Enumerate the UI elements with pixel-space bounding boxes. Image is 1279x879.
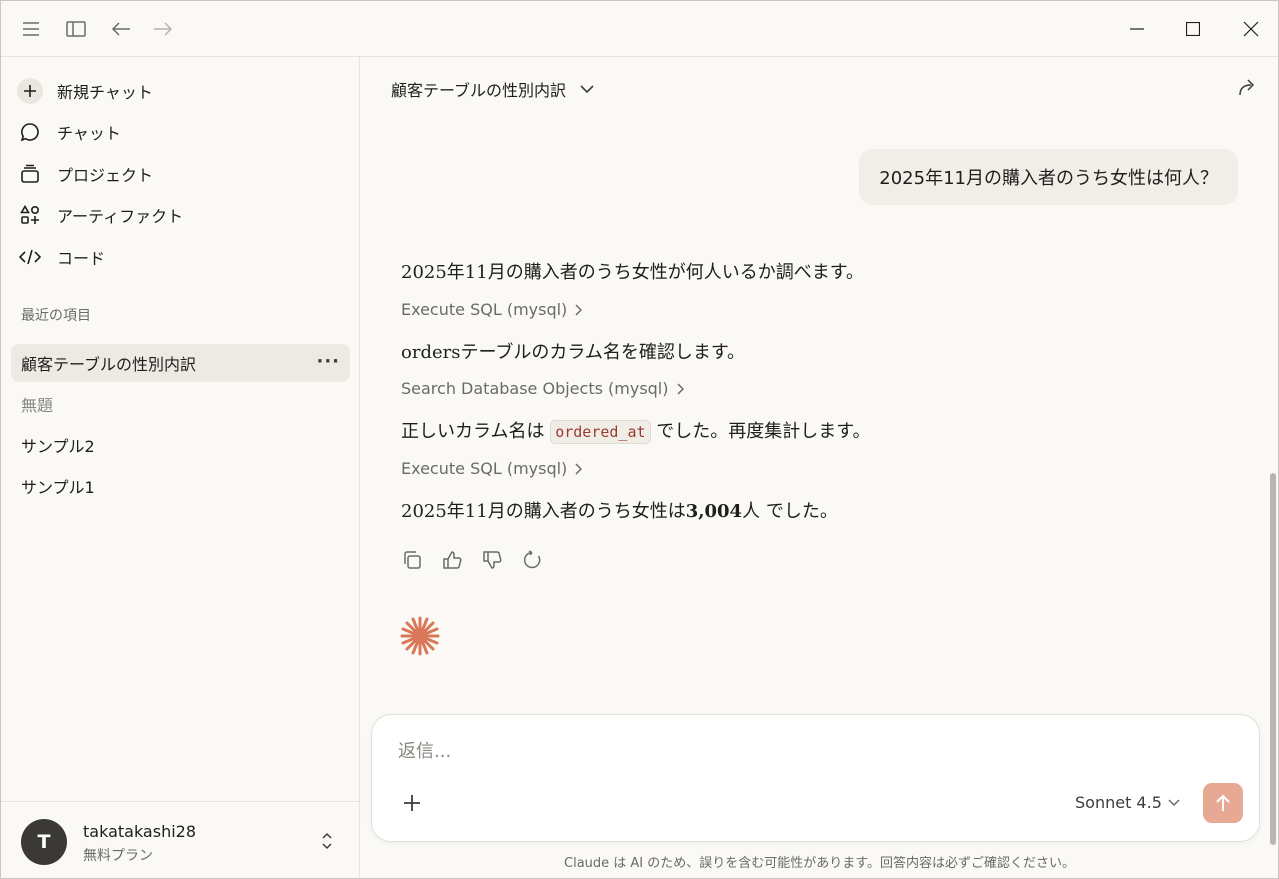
recent-item[interactable]: サンプル1 (11, 467, 350, 505)
inline-code: ordered_at (550, 420, 651, 444)
recent-item[interactable]: 顧客テーブルの性別内訳 ··· (11, 344, 350, 382)
assistant-text-pre: 正しいカラム名は (401, 421, 545, 442)
close-icon[interactable] (1228, 13, 1274, 45)
more-options-icon[interactable]: ··· (316, 353, 340, 371)
tool-call-label: Search Database Objects (mysql) (401, 379, 669, 398)
disclaimer: Claude は AI のため、誤りを含む可能性があります。回答内容は必ずご確認… (564, 856, 1075, 871)
assistant-text: 正しいカラム名は ordered_at でした。再度集計します。 (401, 417, 871, 444)
chevron-down-icon (1168, 798, 1180, 806)
nav-label-projects: プロジェクト (57, 166, 154, 185)
recent-item[interactable]: 無題 (11, 385, 350, 423)
recent-item-label: サンプル2 (21, 437, 95, 456)
sidebar-item-chats[interactable]: チャット (11, 114, 349, 150)
plus-icon (17, 78, 43, 104)
sidebar-item-projects[interactable]: プロジェクト (11, 156, 349, 192)
recent-item-label: 顧客テーブルの性別内訳 (21, 355, 197, 374)
chevron-right-icon (575, 462, 583, 475)
retry-icon[interactable] (521, 549, 543, 571)
add-attachment-icon[interactable] (402, 793, 422, 817)
claude-logo-icon (399, 615, 441, 661)
share-icon[interactable] (1238, 77, 1258, 101)
sidebar-toggle-icon[interactable] (62, 15, 90, 43)
arrow-up-icon (1216, 794, 1230, 811)
nav-label-artifacts: アーティファクト (57, 207, 184, 226)
chevron-right-icon (575, 303, 583, 316)
model-name: Sonnet 4.5 (1075, 793, 1162, 812)
thumbs-down-icon[interactable] (481, 549, 503, 571)
copy-icon[interactable] (401, 549, 423, 571)
title-bar (1, 1, 1278, 57)
menu-icon[interactable] (17, 15, 45, 43)
scrollbar[interactable] (1270, 473, 1276, 845)
tool-call-toggle[interactable]: Search Database Objects (mysql) (401, 379, 684, 398)
answer-number: 3,004 (685, 501, 743, 522)
chat-bubble-icon (19, 121, 41, 143)
forward-arrow-icon[interactable] (149, 15, 177, 43)
nav-label-chats: チャット (57, 124, 121, 143)
message-actions (401, 549, 543, 571)
chevron-up-down-icon[interactable] (321, 832, 333, 854)
assistant-text-post: 人 でした。 (742, 501, 838, 522)
new-chat-button[interactable]: 新規チャット (11, 73, 349, 109)
nav-label-code: コード (57, 249, 106, 268)
folder-stack-icon (19, 163, 41, 185)
artifacts-icon (19, 204, 41, 226)
model-selector[interactable]: Sonnet 4.5 (1075, 793, 1180, 812)
assistant-text-post: でした。再度集計します。 (656, 421, 871, 442)
conversation-title: 顧客テーブルの性別内訳 (391, 81, 567, 100)
recent-item-label: 無題 (21, 396, 54, 415)
user-menu[interactable]: T takatakashi28 無料プラン (1, 801, 359, 878)
user-plan: 無料プラン (83, 848, 153, 864)
reply-input[interactable] (398, 741, 998, 762)
nav-label-new-chat: 新規チャット (57, 83, 153, 102)
conversation-title-dropdown[interactable]: 顧客テーブルの性別内訳 (391, 77, 594, 101)
minimize-icon[interactable] (1114, 13, 1160, 45)
send-button[interactable] (1203, 783, 1243, 823)
app-window: 新規チャット チャット プロジェクト アーティファクト コード 最近の項目 顧客… (0, 0, 1279, 879)
assistant-text: 2025年11月の購入者のうち女性が何人いるか調べます。 (401, 262, 864, 283)
avatar: T (21, 819, 67, 865)
table-name: orders (401, 342, 461, 363)
recent-item[interactable]: サンプル2 (11, 426, 350, 464)
user-name: takatakashi28 (83, 822, 197, 841)
assistant-text-pre: 2025年11月の購入者のうち女性は (401, 501, 686, 522)
back-arrow-icon[interactable] (107, 15, 135, 43)
user-message: 2025年11月の購入者のうち女性は何人？ (859, 149, 1238, 205)
recent-section-label: 最近の項目 (21, 308, 91, 324)
assistant-text-rest: テーブルのカラム名を確認します。 (460, 342, 746, 363)
sidebar: 新規チャット チャット プロジェクト アーティファクト コード 最近の項目 顧客… (1, 57, 360, 878)
code-icon (19, 246, 41, 268)
chevron-right-icon (676, 382, 684, 395)
maximize-icon[interactable] (1170, 13, 1216, 45)
thumbs-up-icon[interactable] (441, 549, 463, 571)
tool-call-label: Execute SQL (mysql) (401, 459, 568, 478)
conversation-area: 顧客テーブルの性別内訳 2025年11月の購入者のうち女性は何人？ 2025年1… (361, 57, 1278, 878)
tool-call-toggle[interactable]: Execute SQL (mysql) (401, 300, 583, 319)
assistant-text: 2025年11月の購入者のうち女性は3,004人 でした。 (401, 497, 838, 523)
tool-call-label: Execute SQL (mysql) (401, 300, 568, 319)
chevron-down-icon (580, 85, 594, 93)
recent-item-label: サンプル1 (21, 478, 95, 497)
assistant-text: ordersテーブルのカラム名を確認します。 (401, 338, 745, 364)
sidebar-item-artifacts[interactable]: アーティファクト (11, 197, 349, 233)
tool-call-toggle[interactable]: Execute SQL (mysql) (401, 459, 583, 478)
composer: Sonnet 4.5 (371, 714, 1260, 842)
sidebar-item-code[interactable]: コード (11, 239, 349, 275)
